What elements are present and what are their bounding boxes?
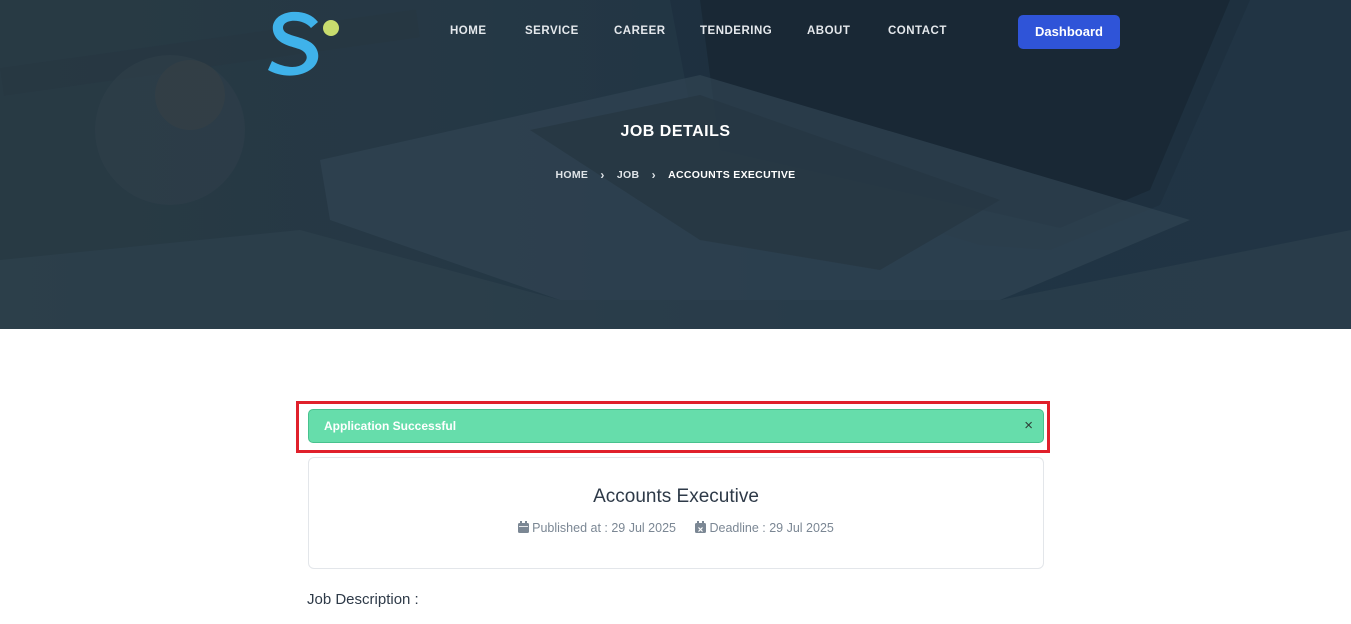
chevron-right-icon: › [651, 168, 656, 182]
breadcrumb-home[interactable]: HOME [555, 169, 588, 181]
deadline-text: Deadline : 29 Jul 2025 [709, 521, 834, 535]
chevron-right-icon: › [600, 168, 605, 182]
nav-tendering[interactable]: TENDERING [700, 25, 772, 37]
alert-message: Application Successful [324, 419, 457, 433]
published-text: Published at : 29 Jul 2025 [532, 521, 676, 535]
nav-about[interactable]: ABOUT [807, 25, 850, 37]
success-alert: Application Successful × [308, 409, 1044, 443]
calendar-x-icon [695, 521, 707, 533]
dashboard-button[interactable]: Dashboard [1018, 15, 1120, 49]
breadcrumb-current: ACCOUNTS EXECUTIVE [668, 169, 796, 181]
breadcrumb-job[interactable]: JOB [617, 169, 640, 181]
nav-home[interactable]: HOME [450, 25, 487, 37]
job-meta: Published at : 29 Jul 2025 Deadline : 29… [309, 521, 1043, 535]
deadline-date: Deadline : 29 Jul 2025 [695, 521, 834, 535]
page-title: JOB DETAILS [620, 123, 731, 140]
nav-career[interactable]: CAREER [614, 25, 666, 37]
nav-service[interactable]: SERVICE [525, 25, 579, 37]
nav-contact[interactable]: CONTACT [888, 25, 947, 37]
job-title: Accounts Executive [593, 486, 759, 507]
close-icon[interactable]: × [1024, 410, 1033, 442]
hero-banner: HOME SERVICE CAREER TENDERING ABOUT CONT… [0, 0, 1351, 329]
job-summary-card: Accounts Executive Published at : 29 Jul… [308, 457, 1044, 569]
job-description-label: Job Description : [307, 591, 419, 608]
published-date: Published at : 29 Jul 2025 [518, 521, 676, 535]
hero-background-image [0, 0, 1351, 329]
calendar-icon [518, 521, 530, 533]
s-logo-icon[interactable] [266, 6, 342, 76]
breadcrumb: HOME › JOB › ACCOUNTS EXECUTIVE [0, 168, 1351, 182]
